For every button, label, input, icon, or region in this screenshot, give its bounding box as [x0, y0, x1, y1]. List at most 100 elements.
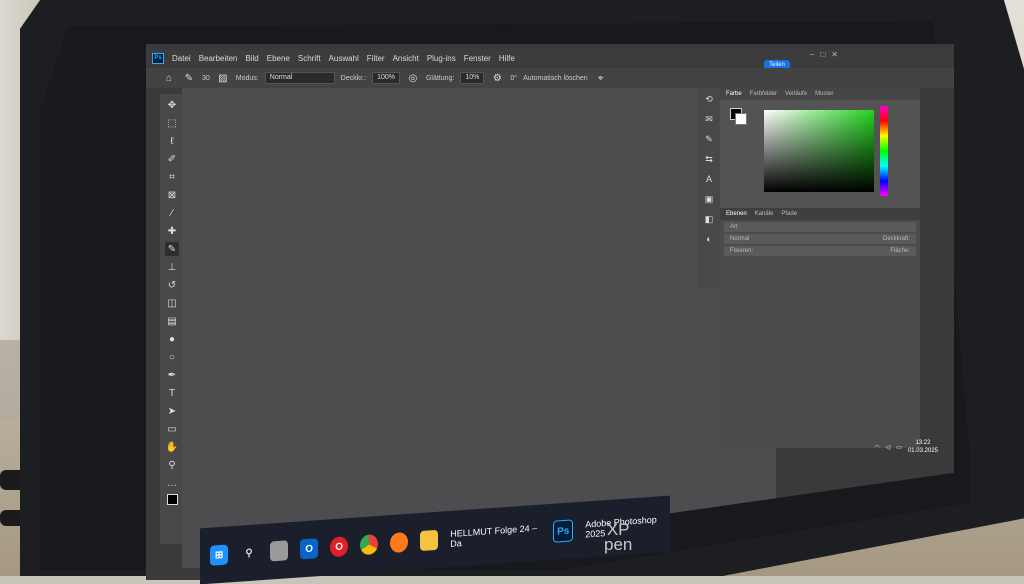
hue-slider[interactable] [880, 106, 888, 196]
xppen-logo-line2: pen [604, 535, 633, 554]
lasso-tool-icon[interactable]: ℓ [165, 134, 179, 148]
comments-icon[interactable]: ✉ [702, 112, 716, 126]
pen-tool-icon[interactable]: ✒ [165, 368, 179, 382]
blend-mode-select[interactable]: Normal Deckkraft: [724, 234, 916, 244]
quick-select-icon[interactable]: ✐ [165, 152, 179, 166]
opacity-field[interactable]: 100% [372, 72, 400, 84]
path-select-icon[interactable]: ➤ [165, 404, 179, 418]
history-panel-icon[interactable]: ⟲ [702, 92, 716, 106]
type-tool-icon[interactable]: T [165, 386, 179, 400]
adjustments-icon[interactable]: ◐ [702, 232, 716, 246]
tab-farbe[interactable]: Farbe [726, 91, 742, 97]
more-tools-icon[interactable]: … [165, 476, 179, 490]
menu-bearbeiten[interactable]: Bearbeiten [199, 54, 238, 63]
stamp-tool-icon[interactable]: ⊥ [165, 260, 179, 274]
time: 13:22 [915, 440, 931, 446]
gradient-tool-icon[interactable]: ▤ [165, 314, 179, 328]
photoshop-logo-icon[interactable]: Ps [152, 52, 164, 64]
volume-icon[interactable]: ◁ [886, 444, 891, 451]
outlook-icon[interactable]: O [300, 538, 319, 560]
history-brush-icon[interactable]: ↺ [165, 278, 179, 292]
windows-icon[interactable]: ⊞ [210, 544, 229, 566]
hand-tool-icon[interactable]: ✋ [165, 440, 179, 454]
menu-plugins[interactable]: Plug-ins [427, 54, 456, 63]
search-icon[interactable]: ⚲ [240, 542, 258, 563]
type-panel-icon[interactable]: A [702, 172, 716, 186]
menu-ansicht[interactable]: Ansicht [393, 54, 419, 63]
zoom-tool-icon[interactable]: ⚲ [165, 458, 179, 472]
settings-icon[interactable]: ⚙ [490, 71, 504, 85]
foreground-color-icon[interactable] [166, 494, 178, 505]
menu-schrift[interactable]: Schrift [298, 54, 321, 63]
menu-filter[interactable]: Filter [367, 54, 385, 63]
menu-datei[interactable]: Datei [172, 54, 191, 63]
taskbar-folder-label[interactable]: HELLMUT Folge 24 – Da [450, 523, 541, 549]
3d-icon[interactable]: ▣ [702, 192, 716, 206]
window-controls[interactable]: –□✕ [810, 50, 844, 59]
chrome-icon[interactable] [360, 533, 379, 556]
menu-hilfe[interactable]: Hilfe [499, 54, 515, 63]
firefox-icon[interactable] [390, 531, 409, 554]
options-bar: ⌂ ✎ 30 ▨ Modus: Normal Deckkr.: 100% ◎ G… [146, 68, 954, 88]
tools-panel: ✥ ⬚ ℓ ✐ ⌗ ⊠ ⁄ ✚ ✎ ⊥ ↺ ◫ ▤ ● ○ ✒ T ➤ ▭ ✋ … [160, 94, 184, 544]
layers-tabs: Ebenen Kanäle Pfade [720, 208, 920, 220]
eraser-tool-icon[interactable]: ◫ [165, 296, 179, 310]
task-view-icon[interactable] [270, 540, 289, 562]
battery-icon[interactable]: ▭ [896, 444, 902, 451]
tab-muster[interactable]: Muster [815, 91, 833, 97]
tab-farbfelder[interactable]: Farbfelder [750, 91, 777, 97]
auto-erase-checkbox[interactable]: Automatisch löschen [523, 75, 588, 82]
wifi-icon[interactable]: ◠ [874, 444, 879, 451]
opera-icon[interactable]: O [330, 536, 349, 558]
crop-tool-icon[interactable]: ⌗ [165, 170, 179, 184]
menu-auswahl[interactable]: Auswahl [329, 54, 359, 63]
lock-label: Fixieren: [730, 248, 754, 254]
home-icon[interactable]: ⌂ [162, 71, 176, 85]
background-swatch[interactable] [735, 113, 747, 125]
libraries-icon[interactable]: ◧ [702, 212, 716, 226]
tab-verlaeufe[interactable]: Verläufe [785, 91, 807, 97]
blend-mode-value: Normal [730, 236, 750, 242]
brush-panel-icon[interactable]: ▨ [216, 71, 230, 85]
mode-select[interactable]: Normal [264, 72, 335, 84]
brush-tool-icon[interactable]: ✎ [165, 242, 179, 256]
angle-field[interactable]: 0° [510, 75, 517, 82]
shape-tool-icon[interactable]: ▭ [165, 422, 179, 436]
lock-row[interactable]: Fixieren: Fläche: [724, 246, 916, 256]
pressure-icon[interactable]: ◎ [406, 71, 420, 85]
right-panels: Farbe Farbfelder Verläufe Muster Ebenen … [720, 88, 920, 448]
healing-brush-icon[interactable]: ✚ [165, 224, 179, 238]
layer-filter[interactable]: Art [724, 222, 916, 232]
menu-bild[interactable]: Bild [245, 54, 258, 63]
symmetry-icon[interactable]: ⌖ [594, 71, 608, 85]
system-tray: ◠ ◁ ▭ 13:22 01.03.2025 [770, 436, 954, 458]
folder-icon[interactable] [420, 529, 439, 552]
adjust-icon[interactable]: ⇆ [702, 152, 716, 166]
tab-ebenen[interactable]: Ebenen [726, 211, 747, 217]
fill-label: Fläche: [890, 248, 910, 254]
brush-settings-icon[interactable]: ✎ [702, 132, 716, 146]
panel-dock: ⟲ ✉ ✎ ⇆ A ▣ ◧ ◐ [698, 88, 720, 288]
smoothing-field[interactable]: 10% [460, 72, 485, 84]
frame-tool-icon[interactable]: ⊠ [165, 188, 179, 202]
opacity-label: Deckkr.: [340, 74, 367, 82]
tab-pfade[interactable]: Pfade [781, 211, 797, 217]
color-picker-field[interactable] [764, 110, 874, 192]
smoothing-label: Glättung: [425, 74, 455, 82]
mode-label: Modus: [235, 74, 259, 82]
canvas-area[interactable] [182, 88, 776, 568]
move-tool-icon[interactable]: ✥ [165, 98, 179, 112]
menu-fenster[interactable]: Fenster [464, 54, 491, 63]
clock[interactable]: 13:22 01.03.2025 [908, 439, 938, 455]
menu-bar: Ps Datei Bearbeiten Bild Ebene Schrift A… [146, 50, 954, 66]
dodge-tool-icon[interactable]: ○ [165, 350, 179, 364]
date: 01.03.2025 [907, 448, 938, 454]
photoshop-taskbar-icon[interactable]: Ps [553, 519, 574, 543]
brush-size[interactable]: 30 [202, 75, 210, 82]
brush-preset-icon[interactable]: ✎ [182, 71, 196, 85]
eyedropper-icon[interactable]: ⁄ [165, 206, 179, 220]
blur-tool-icon[interactable]: ● [165, 332, 179, 346]
marquee-tool-icon[interactable]: ⬚ [165, 116, 179, 130]
menu-ebene[interactable]: Ebene [267, 54, 290, 63]
tab-kanaele[interactable]: Kanäle [755, 211, 774, 217]
